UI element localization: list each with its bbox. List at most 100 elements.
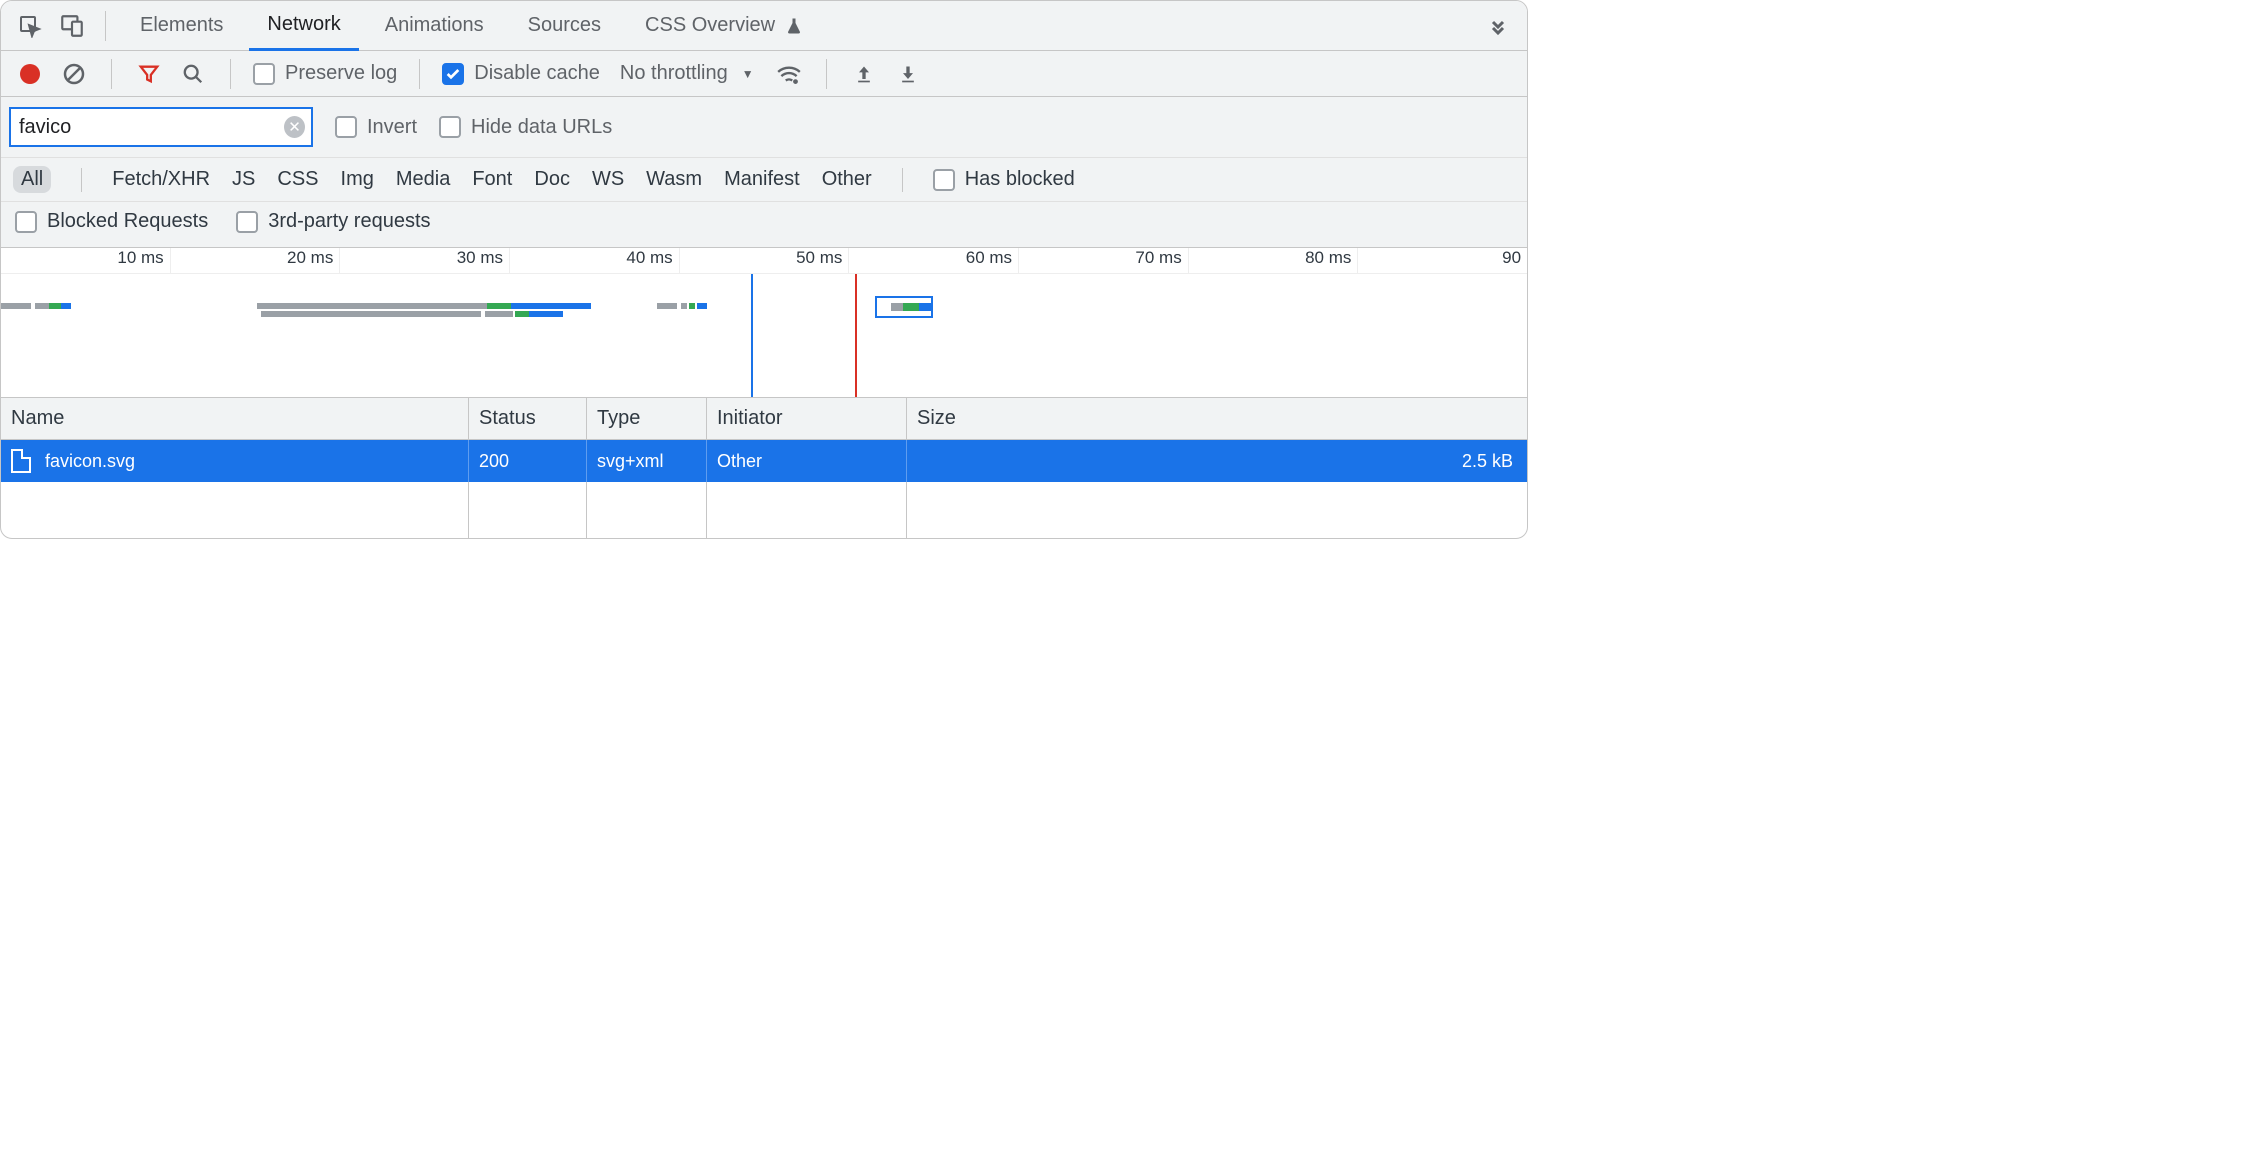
- tick: 60 ms: [848, 248, 1018, 273]
- upload-har-button[interactable]: [849, 59, 879, 89]
- search-button[interactable]: [178, 59, 208, 89]
- tab-animations[interactable]: Animations: [367, 1, 502, 51]
- tick: 70 ms: [1018, 248, 1188, 273]
- tab-label: Network: [267, 13, 340, 36]
- third-party-checkbox[interactable]: 3rd-party requests: [236, 210, 430, 233]
- tick: 40 ms: [509, 248, 679, 273]
- type-fetch-xhr[interactable]: Fetch/XHR: [112, 168, 210, 191]
- flask-icon: [785, 15, 803, 37]
- checkbox-icon: [236, 211, 258, 233]
- tab-label: Animations: [385, 14, 484, 37]
- table-header: Name Status Type Initiator Size: [1, 398, 1527, 440]
- domcontentloaded-marker: [751, 274, 753, 397]
- checkbox-icon: [442, 63, 464, 85]
- checkbox-icon: [439, 116, 461, 138]
- separator: [230, 59, 231, 89]
- checkbox-label: Blocked Requests: [47, 210, 208, 233]
- type-other[interactable]: Other: [822, 168, 872, 191]
- tab-elements[interactable]: Elements: [122, 1, 241, 51]
- table-row[interactable]: favicon.svg 200 svg+xml Other 2.5 kB: [1, 440, 1527, 482]
- col-status[interactable]: Status: [469, 398, 587, 439]
- col-initiator[interactable]: Initiator: [707, 398, 907, 439]
- tab-network[interactable]: Network: [249, 1, 358, 51]
- hide-data-urls-checkbox[interactable]: Hide data URLs: [439, 116, 612, 139]
- network-toolbar: Preserve log Disable cache No throttling…: [1, 51, 1527, 97]
- tick: 30 ms: [339, 248, 509, 273]
- devtools-panel: Elements Network Animations Sources CSS …: [0, 0, 1528, 539]
- tick: 20 ms: [170, 248, 340, 273]
- separator: [419, 59, 420, 89]
- col-size[interactable]: Size: [907, 398, 1527, 439]
- preserve-log-checkbox[interactable]: Preserve log: [253, 62, 397, 85]
- file-icon: [11, 449, 31, 473]
- load-marker: [855, 274, 857, 397]
- type-manifest[interactable]: Manifest: [724, 168, 800, 191]
- record-button[interactable]: [15, 59, 45, 89]
- separator: [81, 168, 82, 192]
- disable-cache-checkbox[interactable]: Disable cache: [442, 62, 600, 85]
- empty-row: [1, 482, 1527, 538]
- checkbox-label: 3rd-party requests: [268, 210, 430, 233]
- checkbox-label: Hide data URLs: [471, 116, 612, 139]
- checkbox-label: Invert: [367, 116, 417, 139]
- checkbox-label: Has blocked: [965, 168, 1075, 191]
- cell-initiator: Other: [707, 440, 907, 482]
- checkbox-label: Disable cache: [474, 62, 600, 85]
- filter-bar: ✕ Invert Hide data URLs: [1, 97, 1527, 158]
- chevron-down-icon: ▼: [742, 67, 754, 81]
- record-icon: [20, 64, 40, 84]
- tick: 50 ms: [679, 248, 849, 273]
- timeline-bars: [1, 303, 1527, 323]
- network-conditions-button[interactable]: [774, 59, 804, 89]
- type-js[interactable]: JS: [232, 168, 255, 191]
- checkbox-icon: [253, 63, 275, 85]
- extra-filters: Blocked Requests 3rd-party requests: [1, 202, 1527, 248]
- tick: 10 ms: [1, 248, 170, 273]
- download-har-button[interactable]: [893, 59, 923, 89]
- type-media[interactable]: Media: [396, 168, 450, 191]
- timeline-ticks: 10 ms 20 ms 30 ms 40 ms 50 ms 60 ms 70 m…: [1, 248, 1527, 274]
- type-wasm[interactable]: Wasm: [646, 168, 702, 191]
- timeline-overview[interactable]: 10 ms 20 ms 30 ms 40 ms 50 ms 60 ms 70 m…: [1, 248, 1527, 398]
- has-blocked-cookies-checkbox[interactable]: Has blocked: [933, 168, 1075, 191]
- type-ws[interactable]: WS: [592, 168, 624, 191]
- tab-label: Sources: [528, 14, 601, 37]
- device-toggle-icon[interactable]: [55, 9, 89, 43]
- tab-css-overview[interactable]: CSS Overview: [627, 1, 821, 51]
- cell-name: favicon.svg: [1, 440, 469, 482]
- main-tabbar: Elements Network Animations Sources CSS …: [1, 1, 1527, 51]
- throttling-select[interactable]: No throttling ▼: [614, 62, 760, 85]
- cell-type: svg+xml: [587, 440, 707, 482]
- cell-size: 2.5 kB: [907, 440, 1527, 482]
- cell-status: 200: [469, 440, 587, 482]
- overview-selection[interactable]: [875, 296, 933, 318]
- resource-type-filter: All Fetch/XHR JS CSS Img Media Font Doc …: [1, 158, 1527, 202]
- filter-input[interactable]: [19, 116, 284, 139]
- cell-text: favicon.svg: [45, 451, 135, 472]
- type-font[interactable]: Font: [472, 168, 512, 191]
- separator: [902, 168, 903, 192]
- checkbox-label: Preserve log: [285, 62, 397, 85]
- tab-sources[interactable]: Sources: [510, 1, 619, 51]
- filter-input-wrapper: ✕: [9, 107, 313, 147]
- type-img[interactable]: Img: [341, 168, 374, 191]
- type-all[interactable]: All: [13, 166, 51, 193]
- clear-button[interactable]: [59, 59, 89, 89]
- col-name[interactable]: Name: [1, 398, 469, 439]
- more-tabs-button[interactable]: [1481, 9, 1515, 43]
- separator: [105, 11, 106, 41]
- requests-table: Name Status Type Initiator Size favicon.…: [1, 398, 1527, 538]
- tab-label: Elements: [140, 14, 223, 37]
- checkbox-icon: [933, 169, 955, 191]
- throttling-value: No throttling: [620, 62, 728, 85]
- col-type[interactable]: Type: [587, 398, 707, 439]
- separator: [826, 59, 827, 89]
- type-css[interactable]: CSS: [277, 168, 318, 191]
- invert-checkbox[interactable]: Invert: [335, 116, 417, 139]
- filter-toggle-button[interactable]: [134, 59, 164, 89]
- blocked-requests-checkbox[interactable]: Blocked Requests: [15, 210, 208, 233]
- type-doc[interactable]: Doc: [534, 168, 570, 191]
- inspect-element-icon[interactable]: [13, 9, 47, 43]
- tick: 90: [1357, 248, 1527, 273]
- clear-filter-button[interactable]: ✕: [284, 116, 305, 138]
